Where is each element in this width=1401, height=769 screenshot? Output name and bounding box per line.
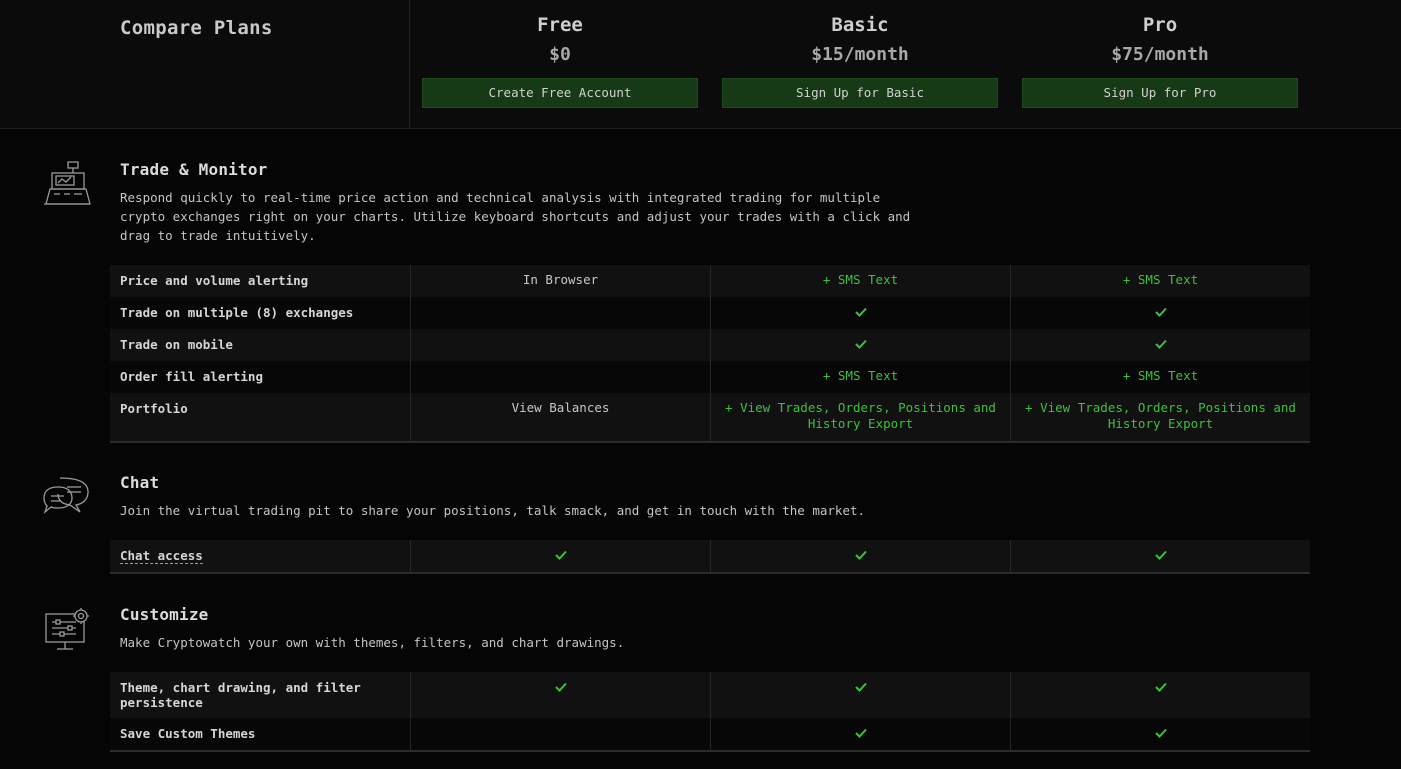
feature-label: Price and volume alerting — [120, 273, 309, 288]
plan-price: $15/month — [811, 44, 909, 65]
feature-label: Save Custom Themes — [120, 726, 256, 741]
feature-label: Trade on multiple (8) exchanges — [120, 305, 354, 320]
check-icon — [1154, 728, 1167, 738]
feature-table-chat: Chat access — [110, 540, 1310, 574]
feature-label: Order fill alerting — [120, 369, 263, 384]
free-value — [410, 329, 710, 361]
check-icon — [1154, 339, 1167, 349]
section-title-trade-monitor: Trade & Monitor — [120, 160, 268, 179]
check-icon — [854, 550, 867, 560]
cash-register-icon — [40, 160, 92, 208]
section-description: Respond quickly to real-time price actio… — [120, 190, 911, 243]
free-value — [410, 297, 710, 329]
pro-value: + SMS Text — [1010, 265, 1310, 297]
page-title: Compare Plans — [120, 17, 273, 39]
basic-value: + View Trades, Orders, Positions and His… — [710, 393, 1010, 441]
basic-value: + SMS Text — [710, 265, 1010, 297]
table-row: Trade on mobile — [110, 329, 1310, 361]
check-icon — [1154, 682, 1167, 692]
table-row: Save Custom Themes — [110, 718, 1310, 750]
check-icon — [854, 339, 867, 349]
plans-header: Compare Plans Free $0 Create Free Accoun… — [0, 0, 1401, 129]
basic-value — [710, 672, 1010, 718]
check-icon — [554, 550, 567, 560]
header-left-column: Compare Plans — [0, 0, 410, 128]
free-value — [410, 540, 710, 572]
section-description: Make Cryptowatch your own with themes, f… — [120, 635, 625, 650]
plan-name: Free — [537, 14, 583, 36]
feature-label: Theme, chart drawing, and filter persist… — [120, 680, 361, 710]
basic-value — [710, 718, 1010, 750]
table-row: Order fill alerting + SMS Text + SMS Tex… — [110, 361, 1310, 393]
pro-value: + View Trades, Orders, Positions and His… — [1010, 393, 1310, 441]
table-row: Portfolio View Balances + View Trades, O… — [110, 393, 1310, 441]
feature-label[interactable]: Chat access — [110, 540, 410, 572]
section-description: Join the virtual trading pit to share yo… — [120, 503, 866, 518]
section-title-customize: Customize — [120, 605, 209, 624]
basic-value — [710, 540, 1010, 572]
table-row: Theme, chart drawing, and filter persist… — [110, 672, 1310, 718]
table-row: Price and volume alerting In Browser + S… — [110, 265, 1310, 297]
check-icon — [854, 307, 867, 317]
plan-name: Basic — [831, 14, 889, 36]
feature-table-trade-monitor: Price and volume alerting In Browser + S… — [110, 265, 1310, 443]
plan-free: Free $0 Create Free Account — [410, 0, 710, 128]
check-icon — [554, 682, 567, 692]
pro-value — [1010, 540, 1310, 572]
plan-basic: Basic $15/month Sign Up for Basic — [710, 0, 1010, 128]
free-value — [410, 718, 710, 750]
pro-value — [1010, 718, 1310, 750]
feature-label: Portfolio — [120, 401, 188, 416]
table-row: Chat access — [110, 540, 1310, 572]
basic-value — [710, 329, 1010, 361]
plan-name: Pro — [1142, 14, 1178, 36]
table-row: Trade on multiple (8) exchanges — [110, 297, 1310, 329]
feature-table-customize: Theme, chart drawing, and filter persist… — [110, 672, 1310, 752]
chat-access-link[interactable]: Chat access — [120, 548, 203, 564]
free-value — [410, 361, 710, 393]
free-value: In Browser — [410, 265, 710, 297]
plan-price: $75/month — [1111, 44, 1209, 65]
check-icon — [1154, 550, 1167, 560]
pro-value: + SMS Text — [1010, 361, 1310, 393]
free-value — [410, 672, 710, 718]
check-icon — [1154, 307, 1167, 317]
pro-value — [1010, 672, 1310, 718]
check-icon — [854, 682, 867, 692]
create-free-account-button[interactable]: Create Free Account — [422, 78, 698, 108]
basic-value: + SMS Text — [710, 361, 1010, 393]
plan-price: $0 — [549, 44, 571, 65]
section-title-chat: Chat — [120, 473, 160, 492]
sign-up-basic-button[interactable]: Sign Up for Basic — [722, 78, 998, 108]
free-value: View Balances — [410, 393, 710, 441]
pro-value — [1010, 329, 1310, 361]
sign-up-pro-button[interactable]: Sign Up for Pro — [1022, 78, 1298, 108]
feature-label: Trade on mobile — [120, 337, 233, 352]
basic-value — [710, 297, 1010, 329]
plan-pro: Pro $75/month Sign Up for Pro — [1010, 0, 1310, 128]
monitor-settings-icon — [40, 606, 92, 654]
chat-bubbles-icon — [40, 474, 92, 522]
check-icon — [854, 728, 867, 738]
pro-value — [1010, 297, 1310, 329]
